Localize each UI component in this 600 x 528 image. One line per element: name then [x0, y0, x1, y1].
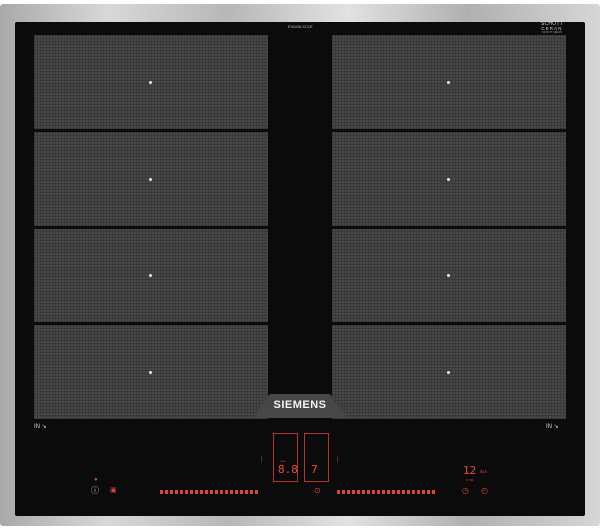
cooking-zone-left-1[interactable]: [34, 35, 268, 129]
side-label-left-text: IN: [34, 424, 40, 430]
cooking-zone-right-4[interactable]: [332, 325, 566, 419]
cooktop-zone-icon: ↘: [553, 424, 559, 430]
timer-unit: min: [480, 469, 488, 474]
cooking-zone-right-3[interactable]: [332, 229, 566, 322]
cooking-zone-right-2[interactable]: [332, 132, 566, 226]
cooking-zone-left-2[interactable]: [34, 132, 268, 226]
zone-marker-dot: [149, 178, 152, 181]
right-power-slider[interactable]: [337, 490, 435, 494]
left-power-slider[interactable]: [160, 490, 258, 494]
power-indicator-dot: ●: [94, 477, 98, 483]
timer-icon[interactable]: ◷: [462, 487, 469, 495]
zone-marker-dot: [149, 81, 152, 84]
right-plus-icon[interactable]: │: [336, 456, 340, 464]
cooking-zone-left-3[interactable]: [34, 229, 268, 322]
side-label-right-text: IN: [546, 424, 552, 430]
left-minus-icon[interactable]: │: [260, 456, 264, 464]
info-icon[interactable]: ⓘ: [91, 487, 99, 495]
side-label-left: IN ↘: [34, 423, 47, 430]
timer-small: 0:00: [466, 478, 474, 482]
cooktop-zone-icon: ↘: [41, 424, 47, 430]
cooking-zone-left-4[interactable]: [34, 325, 268, 419]
right-power-display: 7: [311, 463, 318, 476]
zone-marker-dot: [447, 274, 450, 277]
child-lock-icon[interactable]: ▣: [110, 487, 117, 495]
brand-logo: SIEMENS: [273, 399, 327, 411]
zone-marker-dot: [149, 371, 152, 374]
timer-display: 12: [463, 464, 477, 477]
left-power-display: 8.8: [278, 463, 298, 476]
cooking-zone-right-1[interactable]: [332, 35, 566, 129]
zone-marker-dot: [149, 274, 152, 277]
glass-maker-logo: SCHOTT CERAN SCHOTT CERAN: [536, 21, 568, 35]
zone-marker-dot: [447, 371, 450, 374]
power-move-icon[interactable]: ⊙: [314, 487, 321, 495]
zone-marker-dot: [447, 81, 450, 84]
clock-icon[interactable]: ◴: [481, 487, 488, 495]
model-number: EX645LXC1E: [288, 24, 313, 29]
zone-marker-dot: [447, 178, 450, 181]
side-label-right: IN ↘: [546, 423, 559, 430]
